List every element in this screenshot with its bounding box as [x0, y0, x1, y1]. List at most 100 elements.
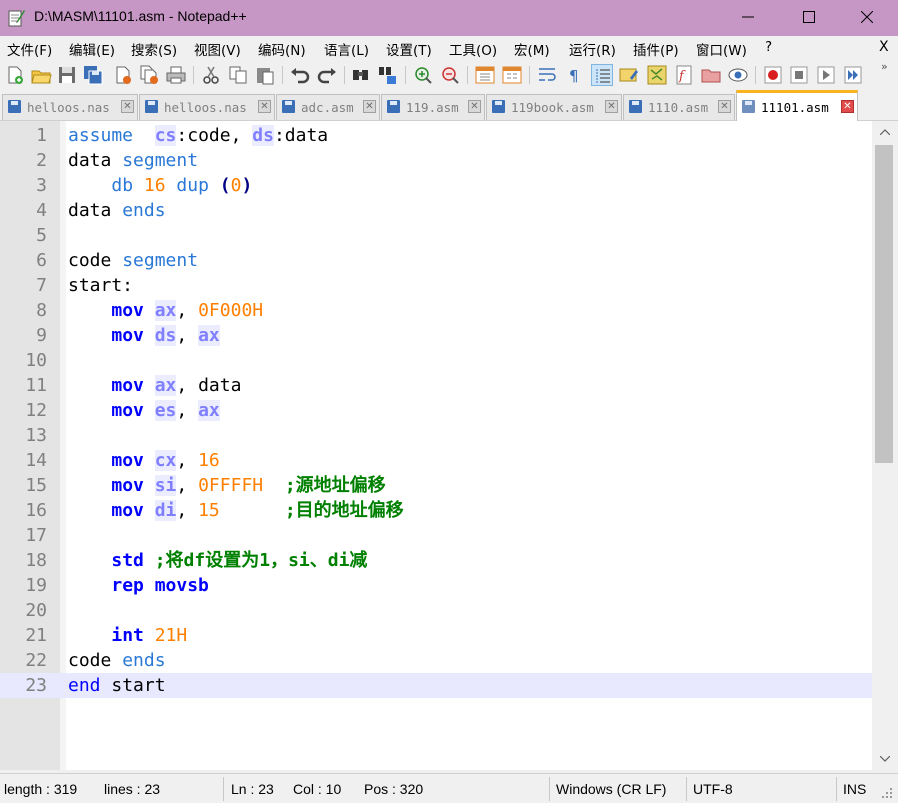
save-icon[interactable]	[56, 64, 78, 86]
code-line[interactable]: 2 data segment	[0, 148, 872, 173]
indent-guide-icon[interactable]	[591, 64, 613, 86]
code-line[interactable]: 1 assume cs:code, ds:data	[0, 123, 872, 148]
copy-icon[interactable]	[227, 64, 249, 86]
scroll-down-button[interactable]	[872, 748, 898, 770]
stop-macro-icon[interactable]	[788, 64, 810, 86]
menu-window[interactable]: 窗口(W)	[696, 39, 747, 59]
status-encoding[interactable]: UTF-8	[693, 781, 733, 797]
menu-edit[interactable]: 编辑(E)	[69, 39, 115, 59]
menu-settings[interactable]: 设置(T)	[386, 39, 432, 59]
window-close-button[interactable]	[844, 0, 890, 34]
tab-helloos-nas-1[interactable]: helloos.nas ✕	[2, 94, 138, 120]
tab-11101-asm[interactable]: 11101.asm ✕	[736, 90, 858, 121]
code-line[interactable]: 15 mov si, 0FFFFH ;源地址偏移	[0, 473, 872, 498]
cut-icon[interactable]	[200, 64, 222, 86]
tab-close-icon[interactable]: ✕	[468, 100, 481, 113]
menu-language[interactable]: 语言(L)	[324, 39, 369, 59]
scroll-up-button[interactable]	[872, 121, 898, 143]
code-editor[interactable]: 1 assume cs:code, ds:data 2 data segment 3 d…	[0, 121, 898, 770]
line-number: 12	[25, 400, 47, 421]
folder-as-workspace-icon[interactable]	[700, 64, 722, 86]
menu-tools[interactable]: 工具(O)	[449, 39, 497, 59]
close-icon[interactable]	[112, 64, 134, 86]
tab-119book-asm[interactable]: 119book.asm ✕	[486, 94, 622, 120]
show-all-characters-icon[interactable]: ¶	[563, 64, 585, 86]
user-language-icon[interactable]	[618, 64, 640, 86]
doc-map-icon[interactable]	[646, 64, 668, 86]
status-insert-mode[interactable]: INS	[843, 781, 866, 797]
tab-close-icon[interactable]: ✕	[841, 100, 854, 113]
code-line[interactable]: 23 end start	[0, 673, 872, 698]
maximize-button[interactable]	[786, 0, 832, 34]
toolbar-overflow-button[interactable]: »	[881, 60, 888, 73]
code-line[interactable]: 7 start:	[0, 273, 872, 298]
menu-search[interactable]: 搜索(S)	[131, 39, 177, 59]
saved-file-icon	[387, 100, 400, 113]
tab-close-icon[interactable]: ✕	[258, 100, 271, 113]
saved-file-icon	[282, 100, 295, 113]
menu-encoding[interactable]: 编码(N)	[258, 39, 306, 59]
menu-plugins[interactable]: 插件(P)	[633, 39, 679, 59]
menu-file[interactable]: 文件(F)	[7, 39, 52, 59]
tab-close-icon[interactable]: ✕	[718, 100, 731, 113]
word-wrap-icon[interactable]	[536, 64, 558, 86]
code-line[interactable]: 18 std ;将df设置为1，si、di减	[0, 548, 872, 573]
play-macro-icon[interactable]	[815, 64, 837, 86]
save-all-icon[interactable]	[82, 64, 104, 86]
redo-icon[interactable]	[316, 64, 338, 86]
zoom-in-icon[interactable]	[412, 64, 434, 86]
run-macro-multiple-icon[interactable]	[842, 64, 864, 86]
code-line[interactable]: 22 code ends	[0, 648, 872, 673]
tab-close-icon[interactable]: ✕	[363, 100, 376, 113]
code-line[interactable]: 5	[0, 223, 872, 248]
code-line[interactable]: 19 rep movsb	[0, 573, 872, 598]
vertical-scrollbar[interactable]	[872, 121, 898, 770]
paste-icon[interactable]	[254, 64, 276, 86]
code-line[interactable]: 11 mov ax, data	[0, 373, 872, 398]
menu-view[interactable]: 视图(V)	[194, 39, 241, 59]
tab-close-icon[interactable]: ✕	[605, 100, 618, 113]
resize-grip-icon[interactable]	[878, 784, 894, 800]
code-line[interactable]: 9 mov ds, ax	[0, 323, 872, 348]
menu-help[interactable]: ?	[765, 39, 772, 55]
sync-horizontal-icon[interactable]	[501, 64, 523, 86]
zoom-out-icon[interactable]	[439, 64, 461, 86]
sync-vertical-icon[interactable]	[474, 64, 496, 86]
new-file-icon[interactable]	[4, 64, 26, 86]
tab-helloos-nas-2[interactable]: helloos.nas ✕	[139, 94, 275, 120]
record-macro-icon[interactable]	[762, 64, 784, 86]
code-line[interactable]: 21 int 21H	[0, 623, 872, 648]
code-line[interactable]: 13	[0, 423, 872, 448]
code-line[interactable]: 20	[0, 598, 872, 623]
code-line[interactable]: 4 data ends	[0, 198, 872, 223]
close-all-icon[interactable]	[138, 64, 160, 86]
replace-icon[interactable]	[377, 64, 399, 86]
find-icon[interactable]	[350, 64, 372, 86]
menu-run[interactable]: 运行(R)	[569, 39, 616, 59]
document-close-button[interactable]: X	[879, 39, 889, 55]
code-line[interactable]: 10	[0, 348, 872, 373]
monitoring-icon[interactable]	[727, 64, 749, 86]
code-line[interactable]: 17	[0, 523, 872, 548]
code-line[interactable]: 12 mov es, ax	[0, 398, 872, 423]
menu-macro[interactable]: 宏(M)	[514, 39, 550, 59]
code-line[interactable]: 3 db 16 dup (0)	[0, 173, 872, 198]
code-line[interactable]: 6 code segment	[0, 248, 872, 273]
print-icon[interactable]	[165, 64, 187, 86]
function-list-icon[interactable]: f	[673, 64, 695, 86]
tab-1110-asm[interactable]: 1110.asm ✕	[623, 94, 735, 120]
line-text: int 21H	[68, 623, 187, 648]
scrollbar-thumb[interactable]	[875, 145, 893, 463]
tab-adc-asm[interactable]: adc.asm ✕	[276, 94, 380, 120]
undo-icon[interactable]	[289, 64, 311, 86]
minimize-button[interactable]	[725, 0, 771, 34]
code-line[interactable]: 14 mov cx, 16	[0, 448, 872, 473]
tab-119-asm[interactable]: 119.asm ✕	[381, 94, 485, 120]
status-eol[interactable]: Windows (CR LF)	[556, 781, 666, 797]
open-file-icon[interactable]	[30, 64, 52, 86]
code-line[interactable]: 8 mov ax, 0F000H	[0, 298, 872, 323]
tab-close-icon[interactable]: ✕	[121, 100, 134, 113]
code-line[interactable]: 16 mov di, 15 ;目的地址偏移	[0, 498, 872, 523]
